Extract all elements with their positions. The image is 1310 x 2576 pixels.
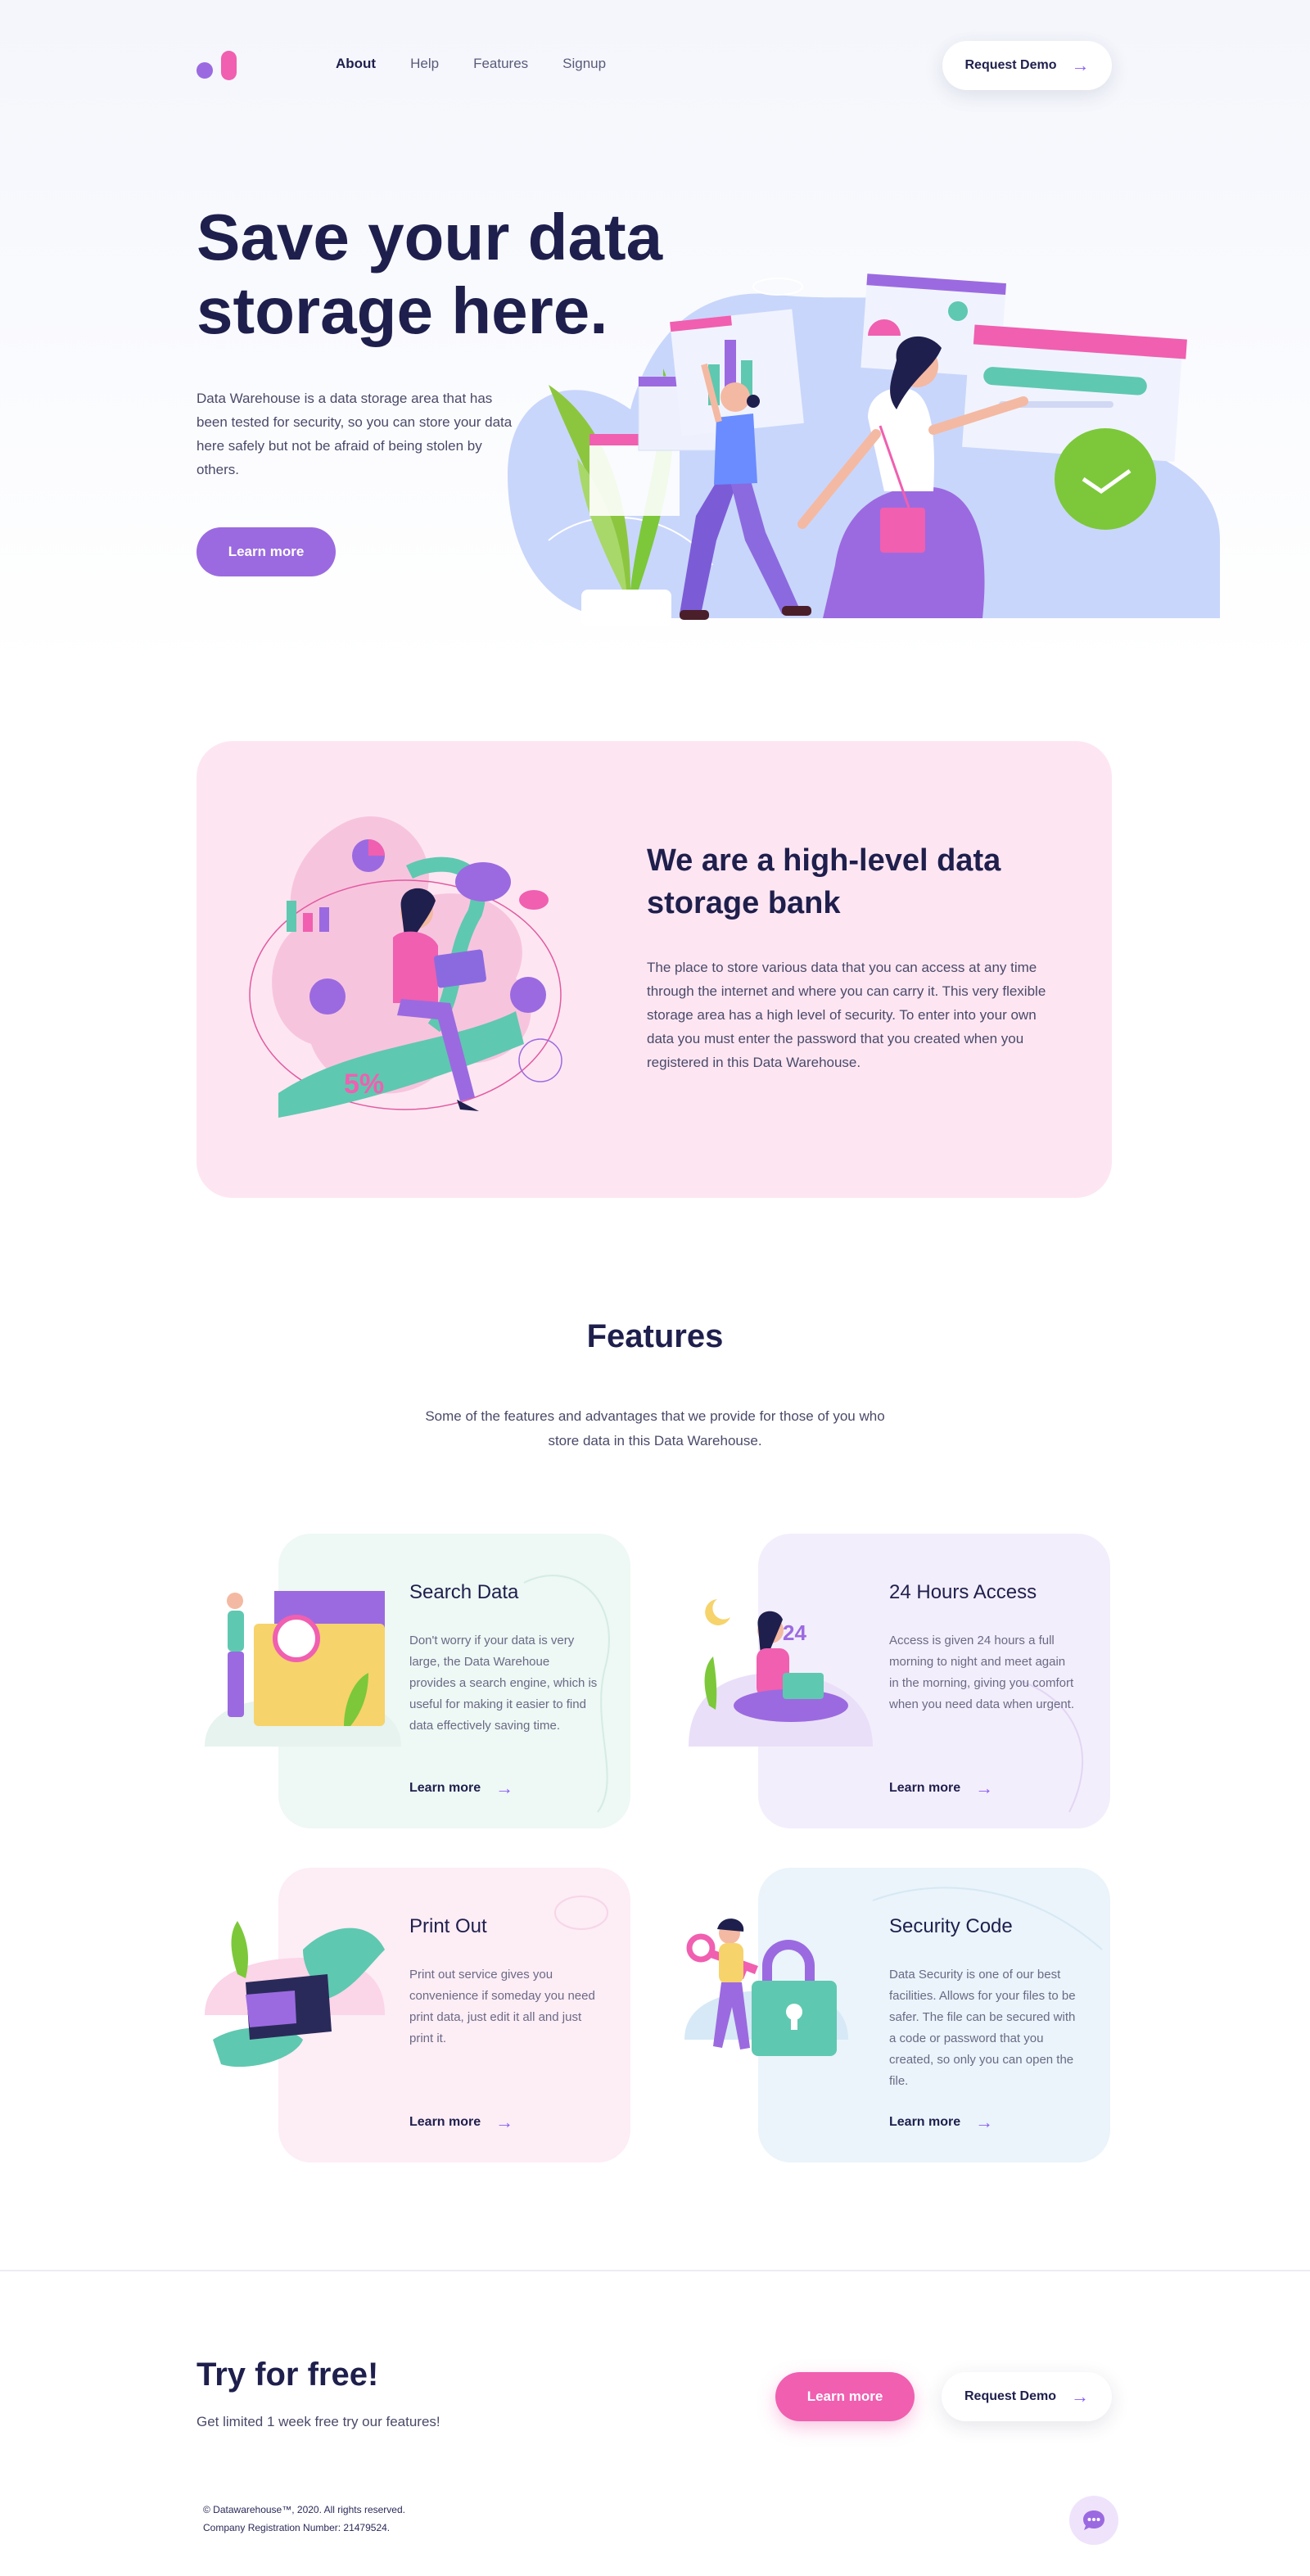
nav-links: About Help Features Signup xyxy=(336,56,640,72)
discount-badge: 5% xyxy=(344,1069,384,1100)
arrow-right-icon: → xyxy=(1071,55,1090,75)
feature-learn-more-label: Learn more xyxy=(409,1781,481,1795)
feature-card-search-data: Search Data Don't worry if your data is … xyxy=(205,1534,630,1828)
feature-learn-more-label: Learn more xyxy=(889,2115,961,2129)
feature-title: Print Out xyxy=(409,1915,487,1937)
feature-description: Access is given 24 hours a full morning … xyxy=(889,1634,1075,1711)
feature-description: Don't worry if your data is very large, … xyxy=(409,1634,598,1733)
hero-illustration xyxy=(508,273,1220,626)
nav-link-help[interactable]: Help xyxy=(410,56,439,72)
feature-learn-more-link[interactable]: Learn more → xyxy=(889,1778,993,1799)
24-hours-access-illustration: 24 xyxy=(689,1599,873,1747)
hero-learn-more-button[interactable]: Learn more xyxy=(196,527,336,576)
cta-learn-more-button[interactable]: Learn more xyxy=(775,2372,915,2421)
chat-icon xyxy=(1083,2510,1104,2530)
registration-text: Company Registration Number: 21479524. xyxy=(203,2522,391,2533)
about-description: The place to store various data that you… xyxy=(647,960,1046,1070)
request-demo-label: Request Demo xyxy=(964,2389,1057,2403)
nav-link-signup[interactable]: Signup xyxy=(562,56,606,72)
feature-title: Security Code xyxy=(889,1915,1013,1937)
cta-title: Try for free! xyxy=(196,2357,379,2393)
copyright-text: © Datawarehouse™, 2020. All rights reser… xyxy=(203,2504,405,2515)
footer-copyright: © Datawarehouse™, 2020. All rights reser… xyxy=(203,2501,405,2537)
arrow-right-icon: → xyxy=(495,1778,514,1798)
feature-learn-more-link[interactable]: Learn more → xyxy=(409,2112,513,2133)
hero-title-line1: Save your data xyxy=(196,201,663,273)
arrow-right-icon: → xyxy=(975,1778,994,1798)
hero-description: Data Warehouse is a data storage area th… xyxy=(196,391,513,477)
feature-card-security-code: Security Code Data Security is one of ou… xyxy=(684,1868,1110,2162)
section-divider xyxy=(0,2270,1310,2271)
feature-card-print-out: Print Out Print out service gives you co… xyxy=(205,1868,630,2162)
feature-learn-more-label: Learn more xyxy=(409,2115,481,2129)
feature-description: Print out service gives you convenience … xyxy=(409,1968,595,2045)
feature-title: 24 Hours Access xyxy=(889,1581,1037,1603)
cta-subtitle: Get limited 1 week free try our features… xyxy=(196,2414,440,2429)
about-title: We are a high-level data storage bank xyxy=(647,843,1001,920)
cta-request-demo-button[interactable]: Request Demo → xyxy=(942,2372,1112,2421)
features-title: Features xyxy=(586,1318,724,1354)
features-subtitle: Some of the features and advantages that… xyxy=(425,1408,885,1448)
top-nav: About Help Features Signup Request Demo … xyxy=(196,41,1112,90)
feature-description: Data Security is one of our best facilit… xyxy=(889,1968,1076,2088)
security-code-illustration xyxy=(684,1918,848,2056)
about-illustration: 5% xyxy=(249,816,562,1118)
24-hours-badge: 24 xyxy=(783,1620,806,1645)
about-card: 5% We are a high-level data storage bank… xyxy=(196,741,1112,1198)
request-demo-label: Request Demo xyxy=(964,58,1057,72)
search-data-illustration xyxy=(205,1591,401,1747)
arrow-right-icon: → xyxy=(975,2112,994,2132)
feature-card-24-hours-access: 24 24 Hours Access Access is given 24 ho… xyxy=(689,1534,1110,1828)
feature-learn-more-label: Learn more xyxy=(889,1781,961,1795)
feature-title: Search Data xyxy=(409,1581,519,1603)
feature-learn-more-link[interactable]: Learn more → xyxy=(409,1778,513,1799)
arrow-right-icon: → xyxy=(495,2112,514,2132)
request-demo-button[interactable]: Request Demo → xyxy=(942,41,1112,90)
print-out-illustration xyxy=(205,1921,385,2068)
chat-button[interactable] xyxy=(1069,2496,1118,2545)
nav-link-about[interactable]: About xyxy=(336,56,376,72)
logo-icon[interactable] xyxy=(196,49,237,82)
arrow-right-icon: → xyxy=(1071,2386,1090,2407)
nav-link-features[interactable]: Features xyxy=(473,56,528,72)
feature-learn-more-link[interactable]: Learn more → xyxy=(889,2112,993,2133)
